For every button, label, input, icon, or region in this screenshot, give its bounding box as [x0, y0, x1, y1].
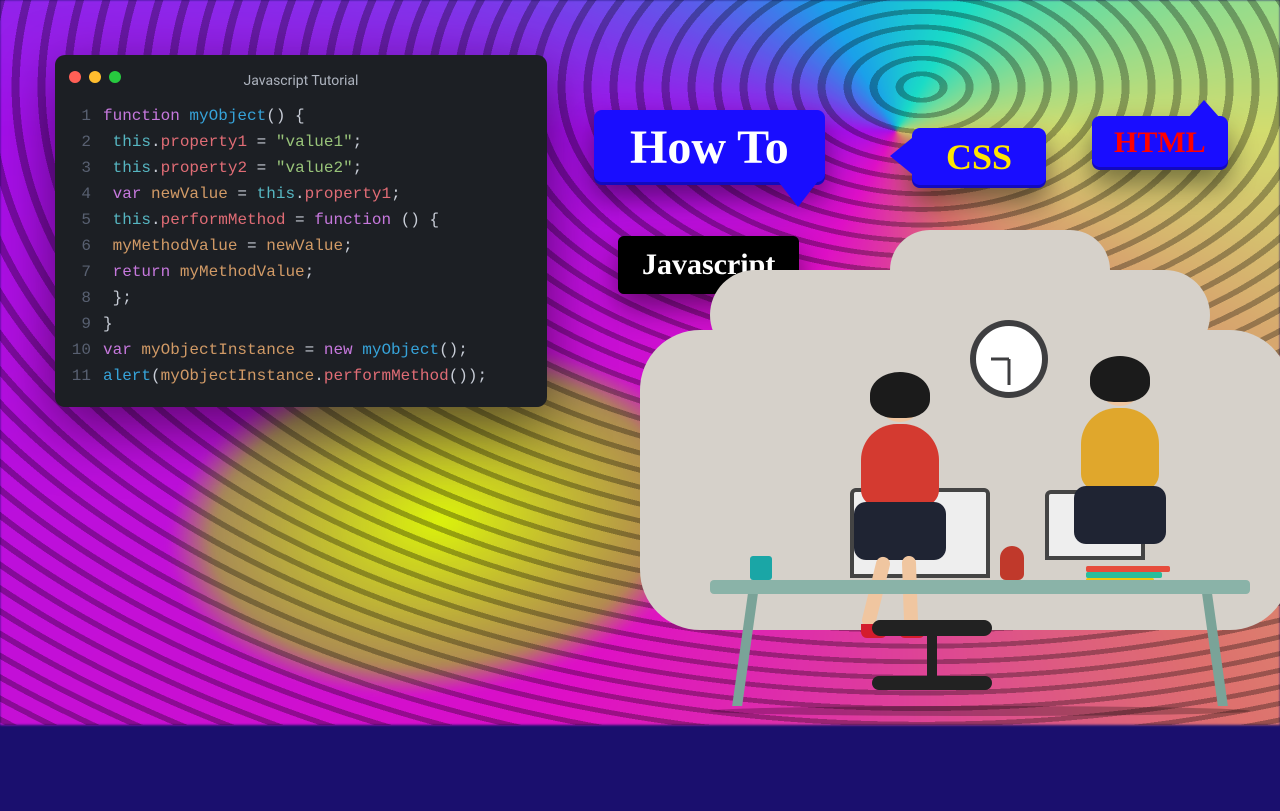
code-line: 7 return myMethodValue; [69, 259, 529, 285]
code-token: } [103, 315, 113, 333]
code-token [103, 237, 113, 255]
code-token: this [113, 159, 151, 177]
code-token: myMethodValue [180, 263, 305, 281]
code-line: 3 this.property2 = "value2"; [69, 155, 529, 181]
code-line: 11 alert(myObjectInstance.performMethod()… [69, 363, 529, 389]
code-token: myMethodValue [113, 237, 238, 255]
code-line: 9} [69, 311, 529, 337]
code-token: = [237, 237, 266, 255]
code-line: 6 myMethodValue = newValue; [69, 233, 529, 259]
code-token: property2 [161, 159, 247, 177]
code-token: this [113, 133, 151, 151]
maximize-dot-icon [109, 71, 121, 83]
callout-html: HTML [1092, 116, 1228, 170]
office-chair-icon [872, 620, 992, 690]
code-token [103, 263, 113, 281]
code-token: ; [391, 185, 401, 203]
code-line: 5 this.performMethod = function () { [69, 207, 529, 233]
line-number: 8 [69, 285, 91, 311]
mug-icon [750, 556, 772, 580]
line-number: 9 [69, 311, 91, 337]
line-number: 10 [69, 337, 91, 363]
code-editor-window: Javascript Tutorial 1function myObject()… [55, 55, 547, 407]
floor-shadow [710, 706, 1250, 716]
code-token: () { [266, 107, 304, 125]
code-token: this [257, 185, 295, 203]
code-token [103, 185, 113, 203]
person-standing [1060, 362, 1180, 572]
code-token: ; [343, 237, 353, 255]
code-token: this [113, 211, 151, 229]
callout-css: CSS [912, 128, 1046, 188]
code-token: performMethod [161, 211, 286, 229]
code-line: 1 function myObject() { [69, 103, 529, 129]
code-token: property1 [305, 185, 391, 203]
line-number: 3 [69, 155, 91, 181]
code-block: 1function myObject() {2 this.property1 =… [55, 103, 547, 389]
editor-title: Javascript Tutorial [55, 73, 547, 89]
code-token: new [324, 341, 362, 359]
code-token: return [113, 263, 180, 281]
code-token: myObjectInstance [141, 341, 295, 359]
code-token: . [151, 159, 161, 177]
code-token: ; [353, 133, 363, 151]
code-line: 8 }; [69, 285, 529, 311]
code-token: = [247, 133, 276, 151]
code-token: . [151, 211, 161, 229]
code-token: var [113, 185, 151, 203]
code-line: 10 var myObjectInstance = new myObject(); [69, 337, 529, 363]
code-token: "value2" [276, 159, 353, 177]
code-token: ; [353, 159, 363, 177]
code-token: . [151, 133, 161, 151]
code-token: myObject [362, 341, 439, 359]
line-number: 7 [69, 259, 91, 285]
line-number: 4 [69, 181, 91, 207]
code-token: = [228, 185, 257, 203]
code-token: myObject [189, 107, 266, 125]
code-token: newValue [266, 237, 343, 255]
line-number: 2 [69, 129, 91, 155]
callout-how-to: How To [594, 110, 825, 185]
office-illustration [640, 270, 1280, 720]
code-token: alert [103, 367, 151, 385]
code-token: = [247, 159, 276, 177]
code-token: ( [151, 367, 161, 385]
wall-clock-icon [970, 320, 1048, 398]
line-number: 5 [69, 207, 91, 233]
code-token: var [103, 341, 141, 359]
person-sitting [840, 378, 960, 588]
code-token: myObjectInstance [161, 367, 315, 385]
close-dot-icon [69, 71, 81, 83]
code-token [103, 289, 113, 307]
vase-icon [1000, 546, 1024, 580]
code-token: . [295, 185, 305, 203]
code-token: "value1" [276, 133, 353, 151]
minimize-dot-icon [89, 71, 101, 83]
code-token: function [314, 211, 400, 229]
line-number: 6 [69, 233, 91, 259]
code-token: ()); [449, 367, 487, 385]
code-token [103, 133, 113, 151]
line-number: 11 [69, 363, 91, 389]
desk [710, 580, 1250, 594]
line-number: 1 [69, 103, 91, 129]
code-token: }; [113, 289, 132, 307]
code-token: . [314, 367, 324, 385]
code-token: ; [305, 263, 315, 281]
code-token: newValue [151, 185, 228, 203]
code-token [103, 211, 113, 229]
code-token: (); [439, 341, 468, 359]
code-line: 4 var newValue = this.property1; [69, 181, 529, 207]
code-line: 2 this.property1 = "value1"; [69, 129, 529, 155]
code-token: function [103, 107, 189, 125]
code-token [103, 159, 113, 177]
code-token: = [285, 211, 314, 229]
code-token: property1 [161, 133, 247, 151]
code-token: () { [401, 211, 439, 229]
code-token: performMethod [324, 367, 449, 385]
code-token: = [295, 341, 324, 359]
